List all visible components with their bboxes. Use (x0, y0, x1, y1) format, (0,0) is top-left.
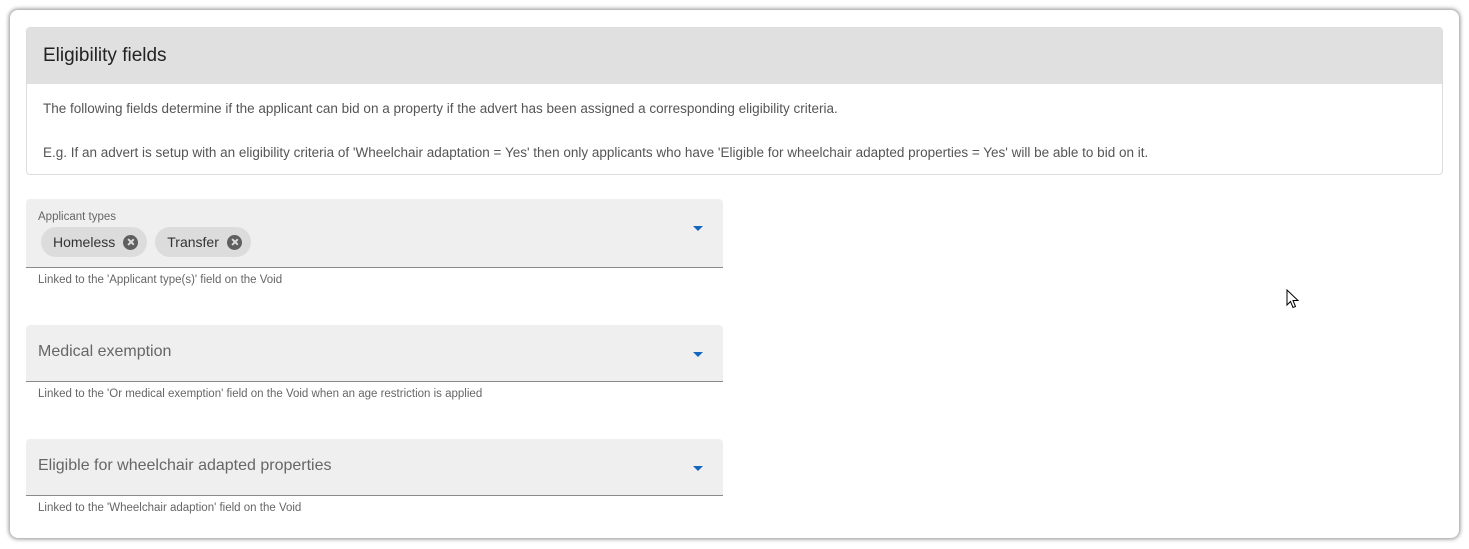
chip-homeless: Homeless (41, 227, 148, 257)
panel-title: Eligibility fields (43, 45, 167, 66)
wheelchair-eligibility-placeholder: Eligible for wheelchair adapted properti… (38, 457, 332, 474)
chevron-down-icon[interactable] (693, 226, 703, 231)
chip-remove-icon[interactable] (226, 234, 242, 250)
chevron-down-icon[interactable] (693, 352, 703, 357)
applicant-types-label: Applicant types (38, 211, 116, 223)
panel-description: The following fields determine if the ap… (43, 101, 838, 116)
medical-exemption-hint: Linked to the 'Or medical exemption' fie… (38, 388, 483, 400)
panel-example: E.g. If an advert is setup with an eligi… (43, 145, 1149, 160)
eligibility-info-panel: Eligibility fields The following fields … (26, 27, 1443, 175)
chip-label: Transfer (167, 234, 219, 250)
mouse-cursor-icon (1286, 289, 1300, 309)
applicant-types-hint: Linked to the 'Applicant type(s)' field … (38, 274, 283, 286)
wheelchair-eligibility-select[interactable]: Eligible for wheelchair adapted properti… (26, 439, 723, 496)
eligibility-card: Eligibility fields The following fields … (10, 10, 1459, 538)
applicant-types-chips: Homeless Transfer (41, 227, 251, 257)
applicant-types-select[interactable]: Applicant types Homeless Transfer (26, 199, 723, 268)
wheelchair-eligibility-hint: Linked to the 'Wheelchair adaption' fiel… (38, 502, 302, 514)
chip-label: Homeless (53, 234, 116, 250)
chip-remove-icon[interactable] (123, 234, 139, 250)
panel-body: The following fields determine if the ap… (27, 84, 1442, 164)
panel-header: Eligibility fields (27, 28, 1442, 84)
medical-exemption-select[interactable]: Medical exemption (26, 325, 723, 382)
chevron-down-icon[interactable] (693, 466, 703, 471)
medical-exemption-placeholder: Medical exemption (38, 343, 172, 360)
chip-transfer: Transfer (155, 227, 251, 257)
